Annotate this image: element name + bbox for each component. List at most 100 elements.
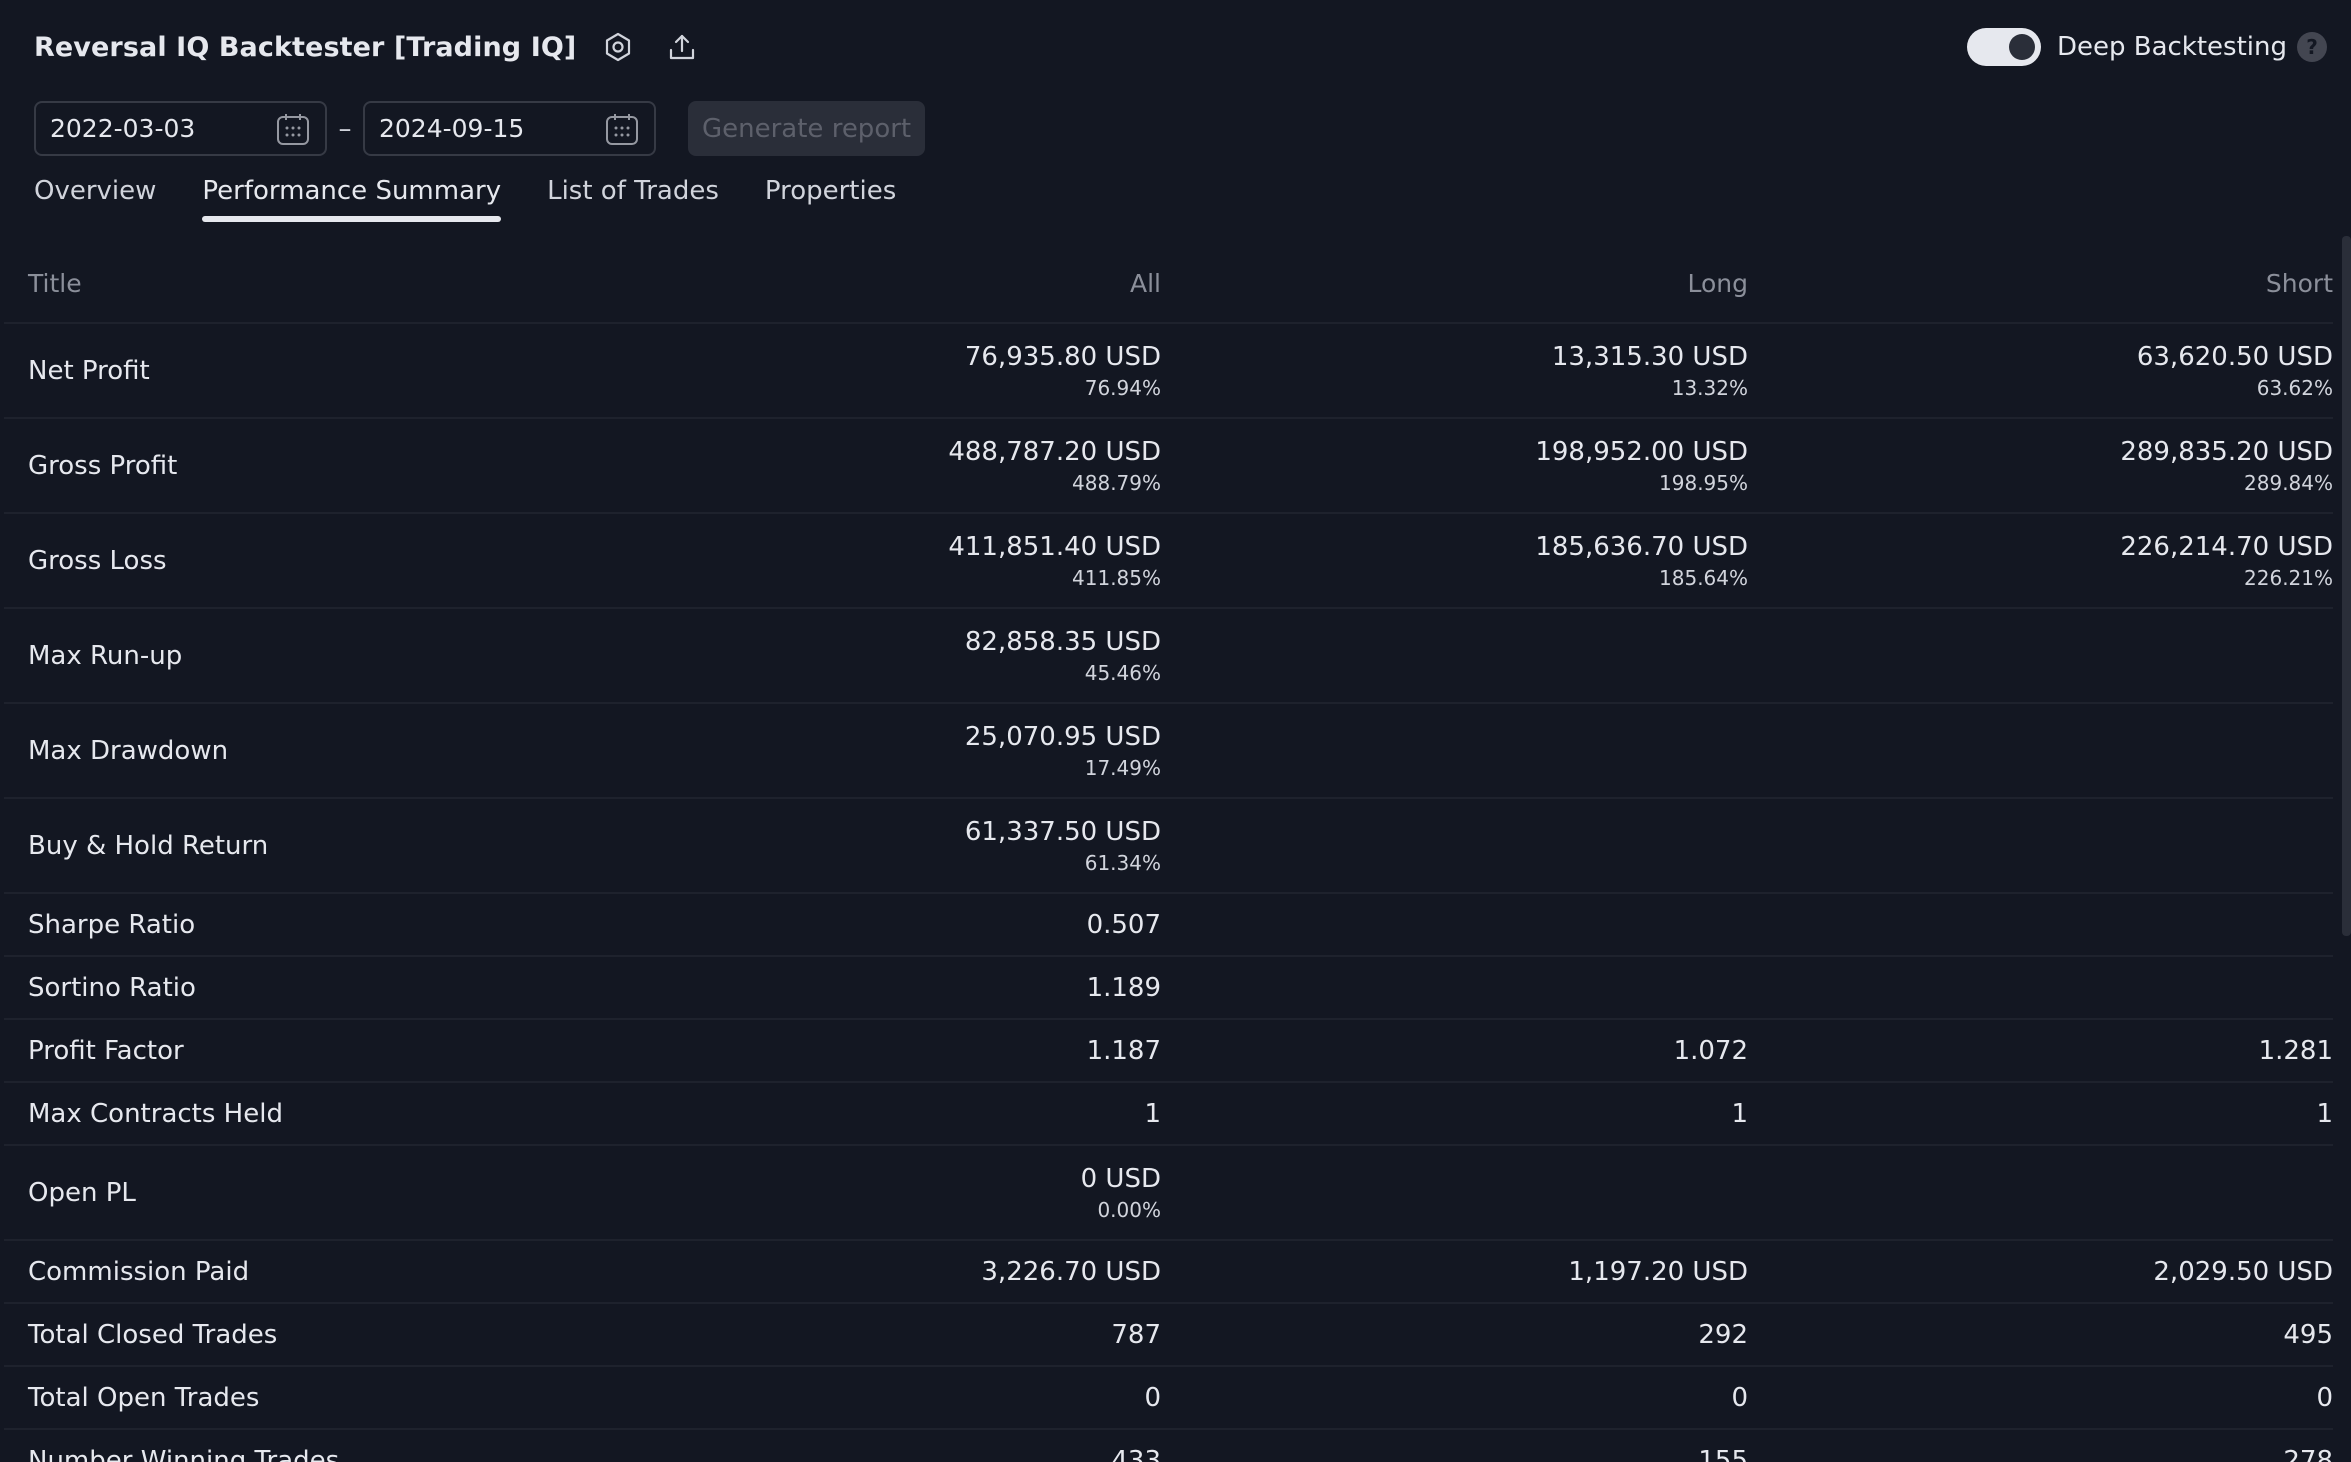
settings-button[interactable] bbox=[596, 25, 640, 69]
cell-long: 1,197.20 USD bbox=[1161, 1239, 1748, 1303]
table-row: Max Drawdown 25,070.95 USD 17.49% bbox=[4, 702, 2333, 798]
cell-value: 787 bbox=[1111, 1319, 1161, 1350]
cell-all: 1.187 bbox=[594, 1018, 1161, 1082]
start-date-input[interactable] bbox=[50, 114, 250, 143]
cell-value: 1,197.20 USD bbox=[1568, 1256, 1748, 1287]
cell-value: 226,214.70 USD bbox=[2120, 531, 2333, 562]
tab-properties[interactable]: Properties bbox=[765, 172, 896, 222]
cell-short: 495 bbox=[1748, 1302, 2333, 1366]
calendar-icon[interactable] bbox=[275, 111, 311, 147]
cell-percent: 488.79% bbox=[1072, 470, 1161, 495]
row-title: Buy & Hold Return bbox=[4, 797, 594, 893]
tab-overview[interactable]: Overview bbox=[34, 172, 156, 222]
tab-list-of-trades[interactable]: List of Trades bbox=[547, 172, 719, 222]
cell-percent: 61.34% bbox=[1084, 850, 1161, 875]
cell-short: 1 bbox=[1748, 1081, 2333, 1145]
header-short: Short bbox=[2265, 269, 2333, 298]
cell-long bbox=[1161, 955, 1748, 1019]
row-title: Total Open Trades bbox=[4, 1365, 594, 1429]
cell-all: 25,070.95 USD 17.49% bbox=[594, 702, 1161, 798]
table-row: Buy & Hold Return 61,337.50 USD 61.34% bbox=[4, 797, 2333, 893]
row-title: Profit Factor bbox=[4, 1018, 594, 1082]
row-title: Open PL bbox=[4, 1144, 594, 1240]
row-title: Sharpe Ratio bbox=[4, 892, 594, 956]
table-row: Gross Profit 488,787.20 USD 488.79% 198,952… bbox=[4, 417, 2333, 513]
cell-long bbox=[1161, 797, 1748, 893]
cell-long: 13,315.30 USD 13.32% bbox=[1161, 322, 1748, 418]
cell-value: 0 bbox=[1731, 1382, 1748, 1413]
row-title: Gross Profit bbox=[4, 417, 594, 513]
cell-value: 155 bbox=[1698, 1446, 1748, 1462]
cell-all: 82,858.35 USD 45.46% bbox=[594, 607, 1161, 703]
cell-percent: 185.64% bbox=[1659, 565, 1748, 590]
cell-long bbox=[1161, 1144, 1748, 1240]
cell-long: 155 bbox=[1161, 1428, 1748, 1462]
cell-value: 433 bbox=[1111, 1446, 1161, 1462]
cell-value: 3,226.70 USD bbox=[981, 1256, 1161, 1287]
help-icon[interactable]: ? bbox=[2297, 32, 2327, 62]
deep-backtesting-label: Deep Backtesting bbox=[2056, 32, 2287, 62]
export-button[interactable] bbox=[660, 25, 704, 69]
cell-short bbox=[1748, 607, 2333, 703]
cell-value: 13,315.30 USD bbox=[1551, 341, 1748, 372]
cell-all: 433 bbox=[594, 1428, 1161, 1462]
start-date-field[interactable] bbox=[34, 101, 327, 156]
table-row: Max Contracts Held 1 1 1 bbox=[4, 1081, 2333, 1145]
cell-value: 495 bbox=[2283, 1319, 2333, 1350]
table-row: Profit Factor 1.187 1.072 1.281 bbox=[4, 1018, 2333, 1082]
cell-long: 1.072 bbox=[1161, 1018, 1748, 1082]
cell-value: 198,952.00 USD bbox=[1535, 436, 1748, 467]
cell-all: 3,226.70 USD bbox=[594, 1239, 1161, 1303]
table-row: Gross Loss 411,851.40 USD 411.85% 185,636.7… bbox=[4, 512, 2333, 608]
end-date-field[interactable] bbox=[363, 101, 656, 156]
cell-all: 0 USD 0.00% bbox=[594, 1144, 1161, 1240]
table-row: Sharpe Ratio 0.507 bbox=[4, 892, 2333, 956]
cell-value: 25,070.95 USD bbox=[964, 721, 1161, 752]
toggle-knob bbox=[2008, 34, 2035, 60]
upload-icon bbox=[670, 34, 695, 60]
cell-value: 278 bbox=[2283, 1446, 2333, 1462]
strategy-tester-panel: Reversal IQ Backtester [Trading IQ] Deep… bbox=[0, 0, 2351, 1462]
cell-short: 0 bbox=[1748, 1365, 2333, 1429]
cell-percent: 76.94% bbox=[1084, 375, 1161, 400]
cell-long: 1 bbox=[1161, 1081, 1748, 1145]
table-row: Open PL 0 USD 0.00% bbox=[4, 1144, 2333, 1240]
cell-value: 1 bbox=[2316, 1098, 2333, 1129]
generate-report-button[interactable]: Generate report bbox=[688, 101, 926, 156]
calendar-icon[interactable] bbox=[604, 111, 640, 147]
cell-percent: 13.32% bbox=[1671, 375, 1748, 400]
tab-performance-summary[interactable]: Performance Summary bbox=[202, 172, 501, 222]
scrollbar[interactable] bbox=[2342, 236, 2351, 936]
cell-percent: 17.49% bbox=[1084, 755, 1161, 780]
cell-percent: 0.00% bbox=[1097, 1197, 1161, 1222]
cell-value: 61,337.50 USD bbox=[964, 816, 1161, 847]
cell-short bbox=[1748, 955, 2333, 1019]
deep-backtesting-toggle[interactable] bbox=[1966, 28, 2041, 66]
table-row: Number Winning Trades 433 155 278 bbox=[4, 1428, 2333, 1462]
header-long: Long bbox=[1687, 269, 1749, 298]
table-header-row: Title All Long Short bbox=[4, 253, 2333, 323]
deep-backtesting-group: Deep Backtesting ? bbox=[1966, 28, 2327, 66]
cell-all: 787 bbox=[594, 1302, 1161, 1366]
cell-value: 1.072 bbox=[1673, 1035, 1748, 1066]
row-title: Sortino Ratio bbox=[4, 955, 594, 1019]
cell-all: 0.507 bbox=[594, 892, 1161, 956]
cell-percent: 289.84% bbox=[2244, 470, 2333, 495]
row-title: Commission Paid bbox=[4, 1239, 594, 1303]
cell-all: 1 bbox=[594, 1081, 1161, 1145]
end-date-input[interactable] bbox=[379, 114, 579, 143]
cell-value: 1.189 bbox=[1086, 972, 1161, 1003]
cell-short: 226,214.70 USD 226.21% bbox=[1748, 512, 2333, 608]
gear-icon bbox=[606, 32, 631, 62]
cell-all: 76,935.80 USD 76.94% bbox=[594, 322, 1161, 418]
cell-value: 1 bbox=[1144, 1098, 1161, 1129]
cell-all: 61,337.50 USD 61.34% bbox=[594, 797, 1161, 893]
performance-table: Title All Long Short Net Profit 76,935.80… bbox=[4, 253, 2333, 1462]
performance-table-container[interactable]: Title All Long Short Net Profit 76,935.80… bbox=[4, 253, 2333, 1462]
date-separator: – bbox=[338, 113, 352, 144]
cell-value: 292 bbox=[1698, 1319, 1748, 1350]
row-title: Max Contracts Held bbox=[4, 1081, 594, 1145]
table-row: Net Profit 76,935.80 USD 76.94% 13,315.30 U… bbox=[4, 322, 2333, 418]
table-row: Commission Paid 3,226.70 USD 1,197.20 USD 2… bbox=[4, 1239, 2333, 1303]
cell-short: 2,029.50 USD bbox=[1748, 1239, 2333, 1303]
